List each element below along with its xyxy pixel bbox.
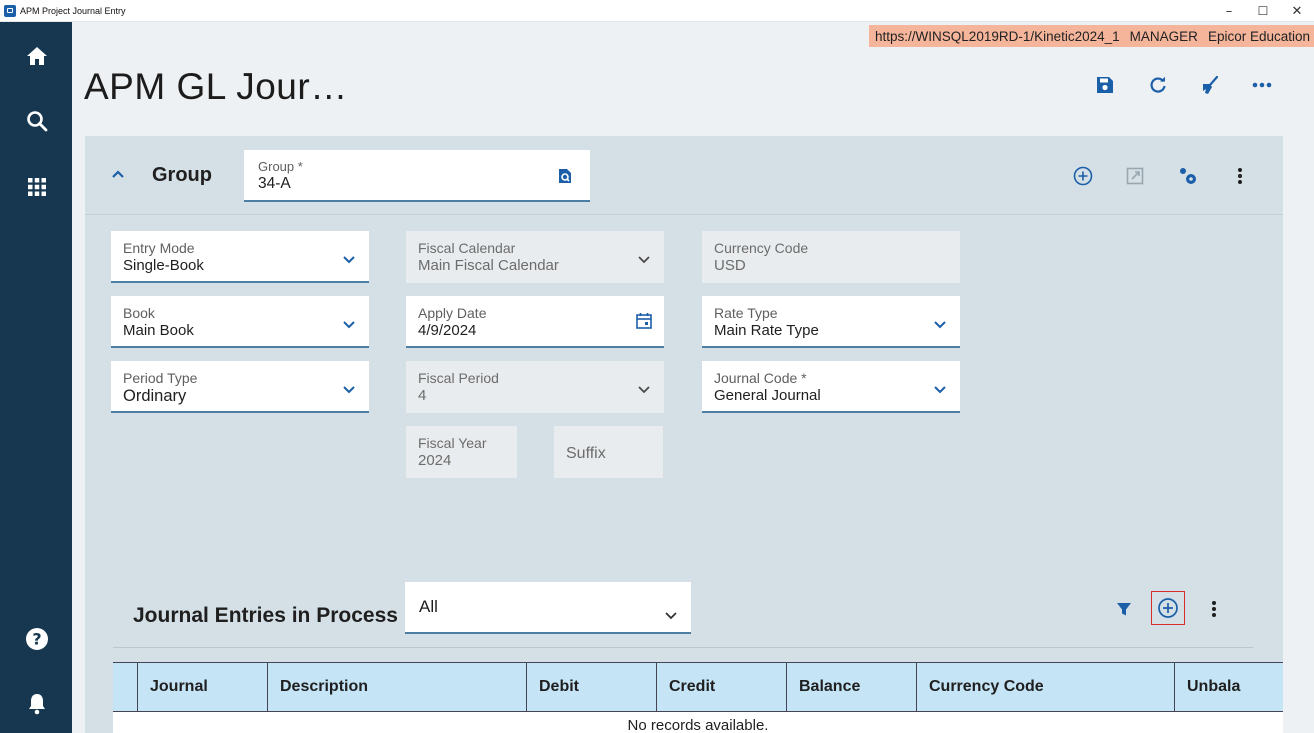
window-title-bar: APM Project Journal Entry – ☐ ✕ (0, 0, 1314, 22)
page-title: APM GL Jour… (84, 66, 348, 107)
search-icon[interactable] (20, 104, 54, 138)
suffix-field: Suffix (554, 426, 663, 478)
main-content: https://WINSQL2019RD-1/Kinetic2024_1 MAN… (72, 22, 1314, 733)
fiscal-period-dropdown[interactable]: Fiscal Period 4 (406, 361, 664, 413)
chevron-down-icon (934, 381, 946, 399)
add-circle-icon[interactable] (1070, 163, 1096, 189)
chevron-down-icon (343, 251, 355, 269)
section-divider (113, 647, 1253, 648)
grid-column-description[interactable]: Description (268, 663, 527, 711)
app-window: APM Project Journal Entry – ☐ ✕ ? https:… (0, 0, 1314, 733)
currency-code-value: USD (714, 257, 746, 274)
fiscal-calendar-value: Main Fiscal Calendar (418, 257, 559, 274)
period-type-label: Period Type (123, 370, 198, 386)
chevron-down-icon (665, 605, 677, 625)
app-logo-icon (4, 4, 16, 17)
group-header: Group Group * 34-A (85, 136, 1283, 215)
chevron-down-icon (343, 316, 355, 334)
book-value: Main Book (123, 322, 194, 339)
currency-code-label: Currency Code (714, 240, 809, 256)
env-user: MANAGER (1129, 28, 1198, 44)
group-id-field[interactable]: Group * 34-A (244, 150, 590, 202)
fiscal-year-field: Fiscal Year 2024 (406, 426, 517, 478)
add-circle-icon (1158, 598, 1178, 618)
apps-grid-icon[interactable] (20, 170, 54, 204)
grid-empty-message: No records available. (113, 712, 1283, 733)
journal-filter-value: All (419, 597, 438, 616)
grid-column-unbalanced[interactable]: Unbala (1175, 663, 1283, 711)
grid-column-balance[interactable]: Balance (787, 663, 917, 711)
save-icon[interactable] (1090, 70, 1120, 100)
refresh-icon[interactable] (1143, 70, 1173, 100)
suffix-label: Suffix (566, 445, 606, 462)
chevron-down-icon (934, 316, 946, 334)
more-vertical-icon[interactable] (1211, 600, 1217, 623)
entry-mode-label: Entry Mode (123, 240, 195, 256)
fiscal-calendar-dropdown[interactable]: Fiscal Calendar Main Fiscal Calendar (406, 231, 664, 283)
grid-header-row: Journal Description Debit Credit Balance… (113, 662, 1283, 712)
fiscal-period-label: Fiscal Period (418, 370, 499, 386)
open-external-icon[interactable] (1122, 163, 1148, 189)
env-url: https://WINSQL2019RD-1/Kinetic2024_1 (875, 28, 1120, 44)
journal-code-value: General Journal (714, 387, 821, 404)
grid-column-credit[interactable]: Credit (657, 663, 787, 711)
rate-type-label: Rate Type (714, 305, 778, 321)
book-label: Book (123, 305, 155, 321)
add-journal-entry-button[interactable] (1151, 591, 1185, 625)
filter-funnel-icon[interactable] (1116, 601, 1132, 622)
left-nav-sidebar: ? (0, 22, 72, 733)
apply-date-field[interactable]: Apply Date 4/9/2024 (406, 296, 664, 348)
home-icon[interactable] (20, 39, 54, 73)
clear-broom-icon[interactable] (1195, 70, 1225, 100)
period-type-value: Ordinary (123, 387, 187, 405)
apply-date-label: Apply Date (418, 305, 487, 321)
rate-type-dropdown[interactable]: Rate Type Main Rate Type (702, 296, 960, 348)
fiscal-calendar-label: Fiscal Calendar (418, 240, 516, 256)
chevron-down-icon (638, 251, 650, 269)
group-section-title: Group (152, 164, 212, 186)
lookup-search-icon[interactable] (558, 168, 572, 189)
journal-code-label: Journal Code * (714, 370, 807, 386)
notification-bell-icon[interactable] (20, 687, 54, 721)
collapse-chevron-up-icon[interactable] (111, 166, 125, 184)
fiscal-year-label: Fiscal Year (418, 435, 487, 451)
group-panel: Group Group * 34-A Entry Mode Single-Boo… (85, 136, 1283, 733)
close-button[interactable]: ✕ (1280, 0, 1314, 22)
minimize-button[interactable]: – (1212, 0, 1246, 22)
journal-code-dropdown[interactable]: Journal Code * General Journal (702, 361, 960, 413)
help-icon[interactable]: ? (20, 622, 54, 656)
journal-entries-title: Journal Entries in Process (133, 604, 398, 627)
maximize-button[interactable]: ☐ (1246, 0, 1280, 22)
book-dropdown[interactable]: Book Main Book (111, 296, 369, 348)
chevron-down-icon (638, 381, 650, 399)
grid-select-column[interactable] (113, 663, 138, 711)
window-title: APM Project Journal Entry (20, 5, 126, 16)
grid-column-journal[interactable]: Journal (138, 663, 268, 711)
fiscal-period-value: 4 (418, 387, 427, 404)
apply-date-value: 4/9/2024 (418, 322, 477, 339)
entry-mode-dropdown[interactable]: Entry Mode Single-Book (111, 231, 369, 283)
currency-code-field: Currency Code USD (702, 231, 960, 283)
chevron-down-icon (343, 381, 355, 399)
environment-badge: https://WINSQL2019RD-1/Kinetic2024_1 MAN… (869, 25, 1314, 47)
journal-entries-grid: Journal Description Debit Credit Balance… (113, 662, 1283, 733)
group-id-value: 34-A (258, 175, 291, 192)
rate-type-value: Main Rate Type (714, 322, 819, 339)
more-vertical-icon[interactable] (1227, 163, 1253, 189)
env-company: Epicor Education (1207, 28, 1310, 44)
svg-text:?: ? (32, 630, 41, 649)
grid-column-debit[interactable]: Debit (527, 663, 657, 711)
grid-column-currency-code[interactable]: Currency Code (917, 663, 1175, 711)
calendar-icon[interactable] (636, 312, 652, 334)
more-horizontal-icon[interactable] (1247, 70, 1277, 100)
period-type-dropdown[interactable]: Period Type Ordinary (111, 361, 369, 413)
group-id-label: Group * (258, 159, 303, 174)
entry-mode-value: Single-Book (123, 257, 204, 274)
journal-filter-dropdown[interactable]: All (405, 582, 691, 634)
fiscal-year-value: 2024 (418, 452, 452, 469)
settings-gears-icon[interactable] (1175, 163, 1201, 189)
